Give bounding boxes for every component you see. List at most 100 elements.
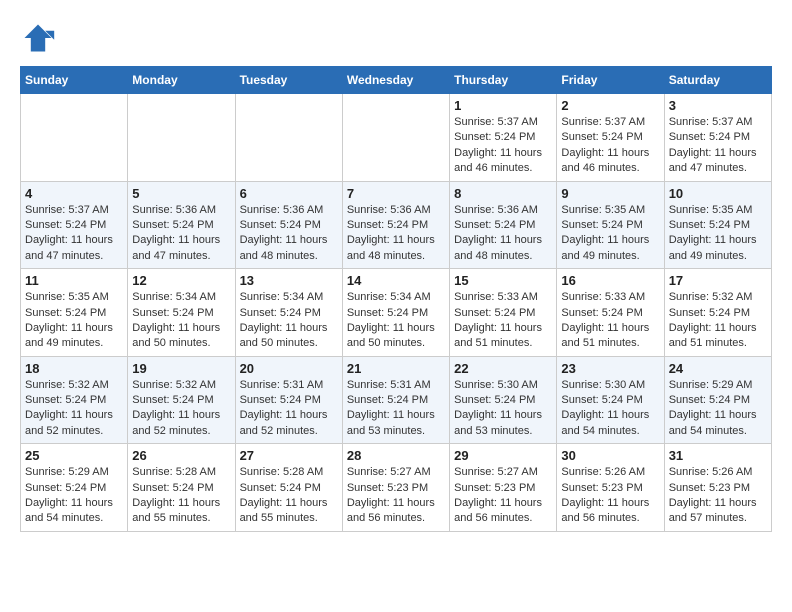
day-info: Sunrise: 5:33 AMSunset: 5:24 PMDaylight:… <box>561 290 659 352</box>
week-row: 4 Sunrise: 5:37 AMSunset: 5:24 PMDayligh… <box>21 181 772 269</box>
day-number: 6 <box>240 186 338 201</box>
day-number: 19 <box>132 361 230 376</box>
calendar-cell: 3 Sunrise: 5:37 AMSunset: 5:24 PMDayligh… <box>664 94 771 182</box>
logo-icon <box>20 20 56 56</box>
day-info: Sunrise: 5:37 AMSunset: 5:24 PMDaylight:… <box>561 115 659 177</box>
day-number: 12 <box>132 273 230 288</box>
day-header: Wednesday <box>342 67 449 94</box>
day-info: Sunrise: 5:37 AMSunset: 5:24 PMDaylight:… <box>454 115 552 177</box>
calendar-cell: 20 Sunrise: 5:31 AMSunset: 5:24 PMDaylig… <box>235 356 342 444</box>
calendar-cell <box>128 94 235 182</box>
calendar-cell: 16 Sunrise: 5:33 AMSunset: 5:24 PMDaylig… <box>557 269 664 357</box>
day-number: 3 <box>669 98 767 113</box>
calendar-cell: 1 Sunrise: 5:37 AMSunset: 5:24 PMDayligh… <box>450 94 557 182</box>
calendar-cell: 14 Sunrise: 5:34 AMSunset: 5:24 PMDaylig… <box>342 269 449 357</box>
day-info: Sunrise: 5:36 AMSunset: 5:24 PMDaylight:… <box>240 203 338 265</box>
day-number: 4 <box>25 186 123 201</box>
day-number: 14 <box>347 273 445 288</box>
week-row: 25 Sunrise: 5:29 AMSunset: 5:24 PMDaylig… <box>21 444 772 532</box>
calendar-cell <box>235 94 342 182</box>
day-info: Sunrise: 5:37 AMSunset: 5:24 PMDaylight:… <box>669 115 767 177</box>
day-number: 9 <box>561 186 659 201</box>
day-number: 20 <box>240 361 338 376</box>
logo <box>20 20 62 56</box>
day-number: 24 <box>669 361 767 376</box>
calendar-cell: 21 Sunrise: 5:31 AMSunset: 5:24 PMDaylig… <box>342 356 449 444</box>
day-header: Monday <box>128 67 235 94</box>
day-number: 30 <box>561 448 659 463</box>
calendar-cell: 26 Sunrise: 5:28 AMSunset: 5:24 PMDaylig… <box>128 444 235 532</box>
day-header: Friday <box>557 67 664 94</box>
calendar-cell: 27 Sunrise: 5:28 AMSunset: 5:24 PMDaylig… <box>235 444 342 532</box>
day-number: 8 <box>454 186 552 201</box>
day-number: 10 <box>669 186 767 201</box>
day-info: Sunrise: 5:30 AMSunset: 5:24 PMDaylight:… <box>561 378 659 440</box>
day-info: Sunrise: 5:36 AMSunset: 5:24 PMDaylight:… <box>132 203 230 265</box>
calendar-cell <box>342 94 449 182</box>
calendar-cell: 29 Sunrise: 5:27 AMSunset: 5:23 PMDaylig… <box>450 444 557 532</box>
day-number: 16 <box>561 273 659 288</box>
calendar-cell: 8 Sunrise: 5:36 AMSunset: 5:24 PMDayligh… <box>450 181 557 269</box>
day-number: 22 <box>454 361 552 376</box>
calendar-cell: 5 Sunrise: 5:36 AMSunset: 5:24 PMDayligh… <box>128 181 235 269</box>
day-number: 11 <box>25 273 123 288</box>
day-info: Sunrise: 5:30 AMSunset: 5:24 PMDaylight:… <box>454 378 552 440</box>
calendar-cell: 11 Sunrise: 5:35 AMSunset: 5:24 PMDaylig… <box>21 269 128 357</box>
day-info: Sunrise: 5:27 AMSunset: 5:23 PMDaylight:… <box>347 465 445 527</box>
calendar-cell: 31 Sunrise: 5:26 AMSunset: 5:23 PMDaylig… <box>664 444 771 532</box>
day-info: Sunrise: 5:32 AMSunset: 5:24 PMDaylight:… <box>25 378 123 440</box>
calendar-cell: 25 Sunrise: 5:29 AMSunset: 5:24 PMDaylig… <box>21 444 128 532</box>
calendar-cell: 12 Sunrise: 5:34 AMSunset: 5:24 PMDaylig… <box>128 269 235 357</box>
calendar-cell: 22 Sunrise: 5:30 AMSunset: 5:24 PMDaylig… <box>450 356 557 444</box>
calendar-cell: 4 Sunrise: 5:37 AMSunset: 5:24 PMDayligh… <box>21 181 128 269</box>
day-info: Sunrise: 5:27 AMSunset: 5:23 PMDaylight:… <box>454 465 552 527</box>
calendar-cell: 19 Sunrise: 5:32 AMSunset: 5:24 PMDaylig… <box>128 356 235 444</box>
day-number: 15 <box>454 273 552 288</box>
calendar-cell: 10 Sunrise: 5:35 AMSunset: 5:24 PMDaylig… <box>664 181 771 269</box>
day-info: Sunrise: 5:35 AMSunset: 5:24 PMDaylight:… <box>669 203 767 265</box>
calendar-cell: 13 Sunrise: 5:34 AMSunset: 5:24 PMDaylig… <box>235 269 342 357</box>
week-row: 18 Sunrise: 5:32 AMSunset: 5:24 PMDaylig… <box>21 356 772 444</box>
day-info: Sunrise: 5:34 AMSunset: 5:24 PMDaylight:… <box>347 290 445 352</box>
day-header: Tuesday <box>235 67 342 94</box>
day-header: Thursday <box>450 67 557 94</box>
day-info: Sunrise: 5:32 AMSunset: 5:24 PMDaylight:… <box>669 290 767 352</box>
calendar-cell: 24 Sunrise: 5:29 AMSunset: 5:24 PMDaylig… <box>664 356 771 444</box>
day-info: Sunrise: 5:29 AMSunset: 5:24 PMDaylight:… <box>669 378 767 440</box>
calendar-cell: 15 Sunrise: 5:33 AMSunset: 5:24 PMDaylig… <box>450 269 557 357</box>
day-number: 28 <box>347 448 445 463</box>
day-header: Sunday <box>21 67 128 94</box>
day-number: 17 <box>669 273 767 288</box>
calendar-table: SundayMondayTuesdayWednesdayThursdayFrid… <box>20 66 772 532</box>
day-info: Sunrise: 5:29 AMSunset: 5:24 PMDaylight:… <box>25 465 123 527</box>
day-info: Sunrise: 5:34 AMSunset: 5:24 PMDaylight:… <box>132 290 230 352</box>
week-row: 11 Sunrise: 5:35 AMSunset: 5:24 PMDaylig… <box>21 269 772 357</box>
day-header: Saturday <box>664 67 771 94</box>
calendar-cell: 30 Sunrise: 5:26 AMSunset: 5:23 PMDaylig… <box>557 444 664 532</box>
day-info: Sunrise: 5:34 AMSunset: 5:24 PMDaylight:… <box>240 290 338 352</box>
day-number: 7 <box>347 186 445 201</box>
day-number: 5 <box>132 186 230 201</box>
calendar-cell: 9 Sunrise: 5:35 AMSunset: 5:24 PMDayligh… <box>557 181 664 269</box>
week-row: 1 Sunrise: 5:37 AMSunset: 5:24 PMDayligh… <box>21 94 772 182</box>
day-number: 18 <box>25 361 123 376</box>
day-info: Sunrise: 5:36 AMSunset: 5:24 PMDaylight:… <box>347 203 445 265</box>
day-info: Sunrise: 5:37 AMSunset: 5:24 PMDaylight:… <box>25 203 123 265</box>
calendar-cell: 7 Sunrise: 5:36 AMSunset: 5:24 PMDayligh… <box>342 181 449 269</box>
day-number: 26 <box>132 448 230 463</box>
day-number: 23 <box>561 361 659 376</box>
page-header <box>20 20 772 56</box>
day-number: 13 <box>240 273 338 288</box>
day-info: Sunrise: 5:28 AMSunset: 5:24 PMDaylight:… <box>240 465 338 527</box>
calendar-cell: 6 Sunrise: 5:36 AMSunset: 5:24 PMDayligh… <box>235 181 342 269</box>
day-info: Sunrise: 5:33 AMSunset: 5:24 PMDaylight:… <box>454 290 552 352</box>
day-number: 21 <box>347 361 445 376</box>
day-info: Sunrise: 5:32 AMSunset: 5:24 PMDaylight:… <box>132 378 230 440</box>
day-info: Sunrise: 5:26 AMSunset: 5:23 PMDaylight:… <box>669 465 767 527</box>
day-number: 25 <box>25 448 123 463</box>
calendar-cell: 28 Sunrise: 5:27 AMSunset: 5:23 PMDaylig… <box>342 444 449 532</box>
calendar-cell: 2 Sunrise: 5:37 AMSunset: 5:24 PMDayligh… <box>557 94 664 182</box>
day-info: Sunrise: 5:31 AMSunset: 5:24 PMDaylight:… <box>240 378 338 440</box>
day-number: 27 <box>240 448 338 463</box>
day-info: Sunrise: 5:31 AMSunset: 5:24 PMDaylight:… <box>347 378 445 440</box>
